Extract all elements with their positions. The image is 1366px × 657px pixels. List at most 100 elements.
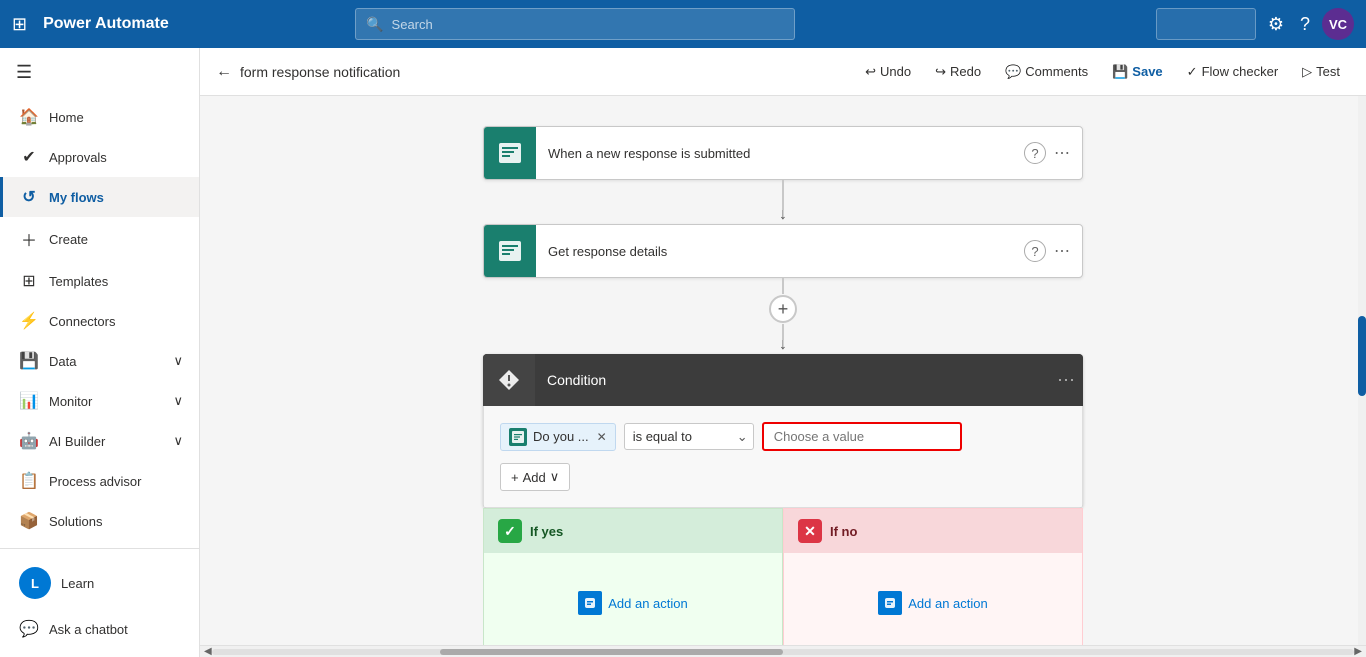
canvas-inner: When a new response is submitted ? ⋯ ↓ [200,96,1366,645]
sidebar-bottom: L Learn 💬 Ask a chatbot [0,548,199,657]
condition-add-chevron-icon: ∨ [550,469,560,485]
data-item-content: Data ∨ [49,353,183,369]
search-bar[interactable]: 🔍 [355,8,795,40]
sidebar-item-chatbot[interactable]: 💬 Ask a chatbot [0,609,199,649]
yes-branch: ✓ If yes [483,508,783,645]
no-branch-body: Add an action [784,553,1082,645]
monitor-chevron-icon: ∨ [173,393,183,409]
flow-arrow-1: ↓ [779,206,787,224]
sidebar: ☰ 🏠 Home ✔ Approvals ↺ My flows ＋ Create… [0,48,200,657]
connector-2-wrapper: + ↓ [768,278,798,354]
get-response-node-icon [484,225,536,277]
no-add-action-button[interactable]: Add an action [870,583,996,623]
condition-add-button[interactable]: + Add ∨ [500,463,570,491]
learn-avatar: L [19,567,51,599]
environment-selector[interactable] [1156,8,1256,40]
get-response-node[interactable]: Get response details ? ⋯ [483,224,1083,278]
condition-add-icon: + [511,470,519,485]
sidebar-item-approvals-label: Approvals [49,150,107,165]
trigger-more-icon[interactable]: ⋯ [1050,139,1074,167]
get-response-help-icon[interactable]: ? [1024,240,1046,262]
trigger-help-icon[interactable]: ? [1024,142,1046,164]
horizontal-scrollbar[interactable]: ◀ ▶ [200,645,1366,657]
redo-icon: ↪ [935,64,946,80]
process-advisor-icon: 📋 [19,471,39,491]
ai-builder-icon: 🤖 [19,431,39,451]
yes-branch-body: Add an action [484,553,782,645]
comments-button[interactable]: 💬 Comments [995,60,1098,84]
help-icon[interactable]: ? [1296,10,1314,39]
canvas-scroll[interactable]: When a new response is submitted ? ⋯ ↓ [200,96,1366,645]
sidebar-item-create[interactable]: ＋ Create [0,217,199,261]
sidebar-item-process-advisor[interactable]: 📋 Process advisor [0,461,199,501]
redo-button[interactable]: ↪ Redo [925,60,991,84]
trigger-node-body: When a new response is submitted [536,146,1024,161]
sidebar-item-learn[interactable]: L Learn [0,557,199,609]
condition-node[interactable]: Condition ⋯ [483,354,1083,508]
get-response-node-actions: ? ⋯ [1024,237,1082,265]
approvals-icon: ✔ [19,147,39,167]
comments-label: Comments [1025,64,1088,79]
sidebar-item-create-label: Create [49,232,88,247]
templates-icon: ⊞ [19,271,39,291]
condition-value-input[interactable] [762,422,962,451]
no-add-action-label: Add an action [908,596,988,611]
my-flows-icon: ↺ [19,187,39,207]
search-input[interactable] [392,17,785,32]
get-response-more-icon[interactable]: ⋯ [1050,237,1074,265]
add-step-button[interactable]: + [769,295,797,323]
home-icon: 🏠 [19,107,39,127]
vertical-scrollbar[interactable] [1358,96,1366,645]
sidebar-item-home[interactable]: 🏠 Home [0,97,199,137]
condition-more-icon[interactable]: ⋯ [1049,362,1083,399]
test-button[interactable]: ▷ Test [1292,60,1350,84]
condition-operator-select[interactable]: is equal to is not equal to contains doe… [624,423,754,450]
monitor-icon: 📊 [19,391,39,411]
sidebar-hamburger-icon[interactable]: ☰ [0,48,199,97]
sidebar-item-solutions-label: Solutions [49,514,102,529]
trigger-node-actions: ? ⋯ [1024,139,1082,167]
sidebar-item-connectors[interactable]: ⚡ Connectors [0,301,199,341]
data-icon: 💾 [19,351,39,371]
solutions-icon: 📦 [19,511,39,531]
user-avatar[interactable]: VC [1322,8,1354,40]
trigger-node-label: When a new response is submitted [548,146,750,161]
sidebar-item-connectors-label: Connectors [49,314,115,329]
sidebar-item-monitor[interactable]: 📊 Monitor ∨ [0,381,199,421]
flow-checker-icon: ✓ [1187,64,1198,80]
undo-button[interactable]: ↩ Undo [855,60,921,84]
sidebar-item-templates-label: Templates [49,274,108,289]
sidebar-item-data[interactable]: 💾 Data ∨ [0,341,199,381]
settings-icon[interactable]: ⚙ [1264,10,1288,39]
yes-add-action-icon [578,591,602,615]
no-branch-icon: ✕ [798,519,822,543]
flow-checker-button[interactable]: ✓ Flow checker [1177,60,1288,84]
sidebar-item-my-flows[interactable]: ↺ My flows [0,177,199,217]
app-logo: Power Automate [43,15,169,33]
ai-builder-chevron-icon: ∨ [173,433,183,449]
undo-label: Undo [880,64,911,79]
sidebar-item-templates[interactable]: ⊞ Templates [0,261,199,301]
sidebar-item-approvals[interactable]: ✔ Approvals [0,137,199,177]
condition-operator-wrapper: is equal to is not equal to contains doe… [624,423,754,450]
yes-add-action-button[interactable]: Add an action [570,583,696,623]
condition-pill-forms-icon [509,428,527,446]
test-icon: ▷ [1302,64,1312,80]
apps-grid-icon[interactable]: ⊞ [12,14,27,35]
condition-pill-close-icon[interactable]: ✕ [597,430,607,444]
save-button[interactable]: 💾 Save [1102,60,1173,84]
hscroll-right-arrow[interactable]: ▶ [1354,646,1362,657]
sidebar-item-solutions[interactable]: 📦 Solutions [0,501,199,541]
yes-add-action-label: Add an action [608,596,688,611]
sidebar-item-ai-builder[interactable]: 🤖 AI Builder ∨ [0,421,199,461]
condition-body: Do you ... ✕ is equal to is not equal to… [483,406,1083,508]
test-label: Test [1316,64,1340,79]
undo-icon: ↩ [865,64,876,80]
trigger-node[interactable]: When a new response is submitted ? ⋯ [483,126,1083,180]
comments-icon: 💬 [1005,64,1021,80]
hscroll-left-arrow[interactable]: ◀ [204,646,212,657]
condition-pill[interactable]: Do you ... ✕ [500,423,616,451]
trigger-node-icon [484,127,536,179]
back-button[interactable]: ← [216,63,232,81]
save-icon: 💾 [1112,64,1128,80]
